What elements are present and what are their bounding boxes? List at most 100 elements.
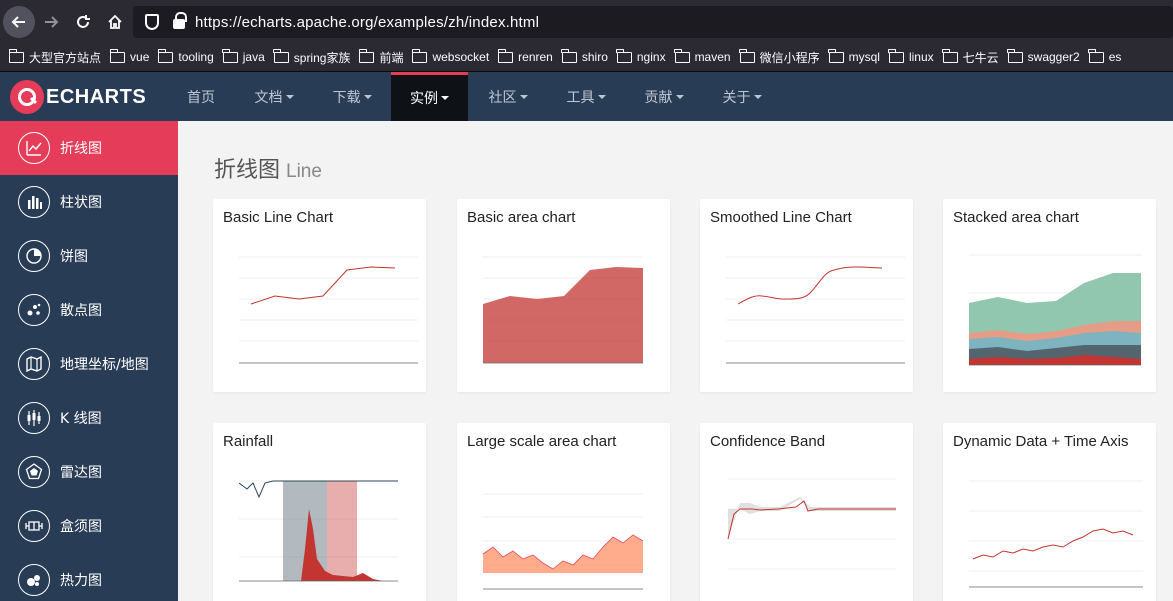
bookmark-folder[interactable]: 七牛云 [942,48,999,66]
caret-down-icon [753,94,762,99]
bookmark-folder[interactable]: maven [674,48,731,64]
shield-icon[interactable] [145,14,159,30]
folder-icon [828,48,844,63]
folder-icon [497,48,514,63]
folder-icon [1088,48,1104,63]
card-title: Smoothed Line Chart [710,209,852,226]
smoothed-line-thumbnail [726,256,905,364]
bookmark-folder[interactable]: es [1088,48,1121,64]
confidence-band-thumbnail [727,478,896,570]
folder-icon [109,48,126,63]
rainfall-thumbnail [238,480,398,582]
scatter-chart-icon [18,294,50,326]
url-text[interactable]: https://echarts.apache.org/examples/zh/i… [195,14,539,31]
basic-line-thumbnail [239,256,418,364]
bookmark-folder[interactable]: vue [109,48,149,64]
sidebar-item-bar[interactable]: 柱状图 [0,175,178,229]
bookmarks-bar: 大型官方站点 vue tooling java spring家族 前端 webs… [0,43,1173,72]
sidebar-item-line[interactable]: 折线图 [0,121,178,175]
example-card-basic-line[interactable]: Basic Line Chart [213,199,426,392]
nav-examples[interactable]: 实例 [391,72,468,121]
card-title: Large scale area chart [467,433,617,450]
folder-icon [358,48,375,63]
sidebar-item-map[interactable]: 地理坐标/地图 [0,337,178,391]
card-title: Basic Line Chart [223,209,334,226]
bookmark-folder[interactable]: 大型官方站点 [8,48,101,66]
bookmark-folder[interactable]: shiro [561,48,608,64]
arrow-right-icon [45,15,59,28]
folder-icon [561,48,577,63]
sidebar-item-scatter[interactable]: 散点图 [0,283,178,337]
forward-button[interactable] [35,6,67,38]
card-title: Basic area chart [467,209,576,226]
arrow-left-icon [11,15,25,28]
bookmark-folder[interactable]: java [222,48,265,64]
example-card-smoothed-line[interactable]: Smoothed Line Chart [700,199,913,392]
lock-icon[interactable] [173,12,187,29]
folder-icon [8,48,24,63]
caret-down-icon [519,94,528,99]
bookmark-folder[interactable]: renren [497,48,553,64]
example-card-stacked-area[interactable]: Stacked area chart [943,199,1156,392]
folder-icon [674,48,690,63]
sidebar-item-heatmap[interactable]: 热力图 [0,553,178,601]
nav-home[interactable]: 首页 [172,72,230,121]
caret-down-icon [285,94,294,99]
candlestick-icon [18,402,50,434]
dynamic-data-thumbnail [969,480,1143,588]
folder-icon [273,48,289,63]
bookmark-folder[interactable]: 前端 [358,48,403,66]
radar-icon [18,456,50,488]
stacked-area-thumbnail [969,254,1141,366]
nav-contribute[interactable]: 贡献 [630,72,698,121]
nav-docs[interactable]: 文档 [240,72,308,121]
bookmark-folder[interactable]: websocket [411,48,489,64]
nav-about[interactable]: 关于 [708,72,776,121]
card-title: Dynamic Data + Time Axis [953,433,1129,450]
example-card-basic-area[interactable]: Basic area chart [457,199,670,392]
map-icon [18,348,50,380]
boxplot-icon [18,510,50,542]
sidebar-item-radar[interactable]: 雷达图 [0,445,178,499]
back-button[interactable] [3,5,35,38]
folder-icon [157,48,174,63]
bookmark-folder[interactable]: tooling [157,48,214,64]
browser-toolbar: https://echarts.apache.org/examples/zh/i… [0,0,1173,43]
basic-area-thumbnail [483,256,643,364]
caret-down-icon [597,94,606,99]
folder-icon [222,48,238,63]
echarts-logo-icon [10,80,44,114]
echarts-logo[interactable]: ECHARTS [10,80,146,114]
bookmark-folder[interactable]: mysql [828,48,880,64]
example-card-rainfall[interactable]: Rainfall [213,423,426,601]
card-title: Stacked area chart [953,209,1079,226]
line-chart-icon [18,132,50,164]
example-card-large-area[interactable]: Large scale area chart [457,423,670,601]
sidebar-item-candlestick[interactable]: K 线图 [0,391,178,445]
example-card-confidence-band[interactable]: Confidence Band [700,423,913,601]
heatmap-icon [18,564,50,596]
folder-icon [1007,48,1023,63]
sidebar-item-boxplot[interactable]: 盒须图 [0,499,178,553]
bookmark-folder[interactable]: swagger2 [1007,48,1080,64]
bookmark-folder[interactable]: spring家族 [273,48,350,66]
site-header: ECHARTS 首页 文档 下载 实例 社区 工具 贡献 关于 [0,72,1173,121]
nav-tools[interactable]: 工具 [552,72,620,121]
reload-icon [77,14,90,28]
nav-community[interactable]: 社区 [474,72,542,121]
bookmark-folder[interactable]: nginx [616,48,666,64]
address-bar[interactable]: https://echarts.apache.org/examples/zh/i… [133,6,1173,38]
folder-icon [888,48,904,63]
examples-main: 折线图 Line Basic Line Chart Basic area char… [178,121,1173,601]
card-title: Rainfall [223,433,274,450]
nav-download[interactable]: 下载 [318,72,386,121]
example-card-dynamic-data[interactable]: Dynamic Data + Time Axis [943,423,1156,601]
bookmark-folder[interactable]: 微信小程序 [739,48,820,66]
folder-icon [739,48,755,63]
bookmark-folder[interactable]: linux [888,48,934,64]
reload-button[interactable] [67,6,99,38]
chart-type-sidebar: 折线图 柱状图 饼图 散点图 地理坐标/地图 K 线图 雷达图 盒须图 热力图 [0,121,178,601]
home-button[interactable] [99,6,131,38]
large-area-thumbnail [482,493,644,590]
sidebar-item-pie[interactable]: 饼图 [0,229,178,283]
